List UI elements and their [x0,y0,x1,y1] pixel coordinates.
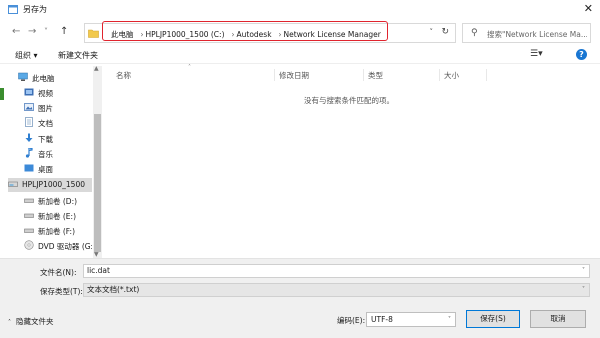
scroll-down-icon[interactable]: ▼ [94,251,99,258]
sidebar-item-label: 桌面 [38,165,53,174]
navigation-pane: 此电脑 视频 图片 文档 下载 音乐 桌面 HPLJP1000_1500 新加卷… [8,66,92,256]
search-icon: ⚲ [471,28,478,38]
chevron-up-icon: ˄ [8,319,11,326]
sidebar-item-label: 新加卷 (F:) [38,227,75,236]
title-bar: 另存为 ✕ [0,0,600,20]
desktop-icon [24,164,34,172]
filename-input[interactable]: lic.dat ˅ [83,264,590,278]
notepad-icon [8,5,18,14]
scroll-up-icon[interactable]: ▲ [94,65,99,72]
filetype-label: 保存类型(T): [40,287,83,296]
column-divider[interactable] [439,69,440,81]
video-icon [24,88,34,96]
sidebar-item-label: 图片 [38,104,53,113]
help-icon[interactable]: ? [576,49,587,60]
music-icon [25,148,33,158]
navigation-bar: ← → ˅ ↑ 此电脑 › HPLJP1000_1500 (C:) › Autodesk… [0,20,600,46]
filetype-select[interactable]: 文本文档(*.txt) ˅ [83,283,590,297]
new-folder-button[interactable]: 新建文件夹 [58,50,98,61]
organize-button[interactable]: 组织 ▾ [15,50,38,61]
sidebar-item-label: HPLJP1000_1500 [22,180,85,189]
filename-value: lic.dat [87,266,110,275]
search-box[interactable]: ⚲ 搜索"Network License Ma... [462,23,591,43]
sidebar-item-label: 此电脑 [32,74,55,83]
drive-icon [8,181,18,187]
hide-folders-button[interactable]: ˄ 隐藏文件夹 [8,316,54,327]
toolbar: 组织 ▾ 新建文件夹 ☰▾ ? [0,46,600,64]
column-header-name[interactable]: 名称 [116,70,131,81]
breadcrumb-item[interactable]: Network License Manager [284,30,381,39]
column-header-date[interactable]: 修改日期 [279,70,309,81]
breadcrumb-separator[interactable]: › [232,30,235,39]
pictures-icon [24,103,34,111]
search-placeholder: 搜索"Network License Ma... [487,30,587,39]
column-divider[interactable] [274,69,275,81]
chevron-down-icon[interactable]: ˅ [582,284,585,296]
folder-icon [88,29,99,38]
sidebar-item-label: 视频 [38,89,53,98]
encoding-value: UTF-8 [371,315,393,324]
save-options-panel: 文件名(N): lic.dat ˅ 保存类型(T): 文本文档(*.txt) ˅… [0,258,600,338]
window-title: 另存为 [23,5,47,14]
hide-folders-label: 隐藏文件夹 [16,317,54,326]
chevron-down-icon: ˅ [448,316,451,323]
column-divider[interactable] [363,69,364,81]
sidebar-item-label: 下载 [38,135,53,144]
breadcrumb-separator[interactable]: › [279,30,282,39]
scrollbar-thumb[interactable] [94,114,101,252]
sort-indicator-icon: ˄ [188,64,191,71]
address-dropdown-button[interactable]: ˅ [430,28,434,36]
sidebar-item-label: 文档 [38,119,53,128]
back-button[interactable]: ← [12,26,20,37]
breadcrumb-item[interactable]: 此电脑 [111,30,134,39]
sidebar-item-label: 新加卷 (D:) [38,197,78,206]
documents-icon [25,117,33,127]
sidebar-item-label: DVD 驱动器 (G: [38,242,92,251]
close-button[interactable]: ✕ [584,2,593,15]
sidebar-item-label: 新加卷 (E:) [38,212,77,221]
background-window-edge [0,88,4,100]
sidebar-scrollbar[interactable]: ▲ ▼ [93,65,102,258]
encoding-select[interactable]: UTF-8 ˅ [366,312,456,327]
refresh-icon[interactable]: ↻ [441,27,449,37]
filetype-value: 文本文档(*.txt) [87,285,140,294]
breadcrumb-item[interactable]: HPLJP1000_1500 (C:) [146,30,225,39]
column-header-type[interactable]: 类型 [368,70,383,81]
chevron-down-icon[interactable]: ˅ [582,265,585,277]
drive-icon [24,198,34,203]
breadcrumb-item[interactable]: Autodesk [237,30,272,39]
address-bar[interactable]: 此电脑 › HPLJP1000_1500 (C:) › Autodesk › Network… [84,23,456,43]
drive-icon [24,228,34,233]
file-list[interactable]: ˄ 名称 修改日期 类型 大小 没有与搜索条件匹配的项。 [104,64,590,256]
filename-label: 文件名(N): [40,268,77,277]
up-button[interactable]: ↑ [60,26,68,37]
column-header-size[interactable]: 大小 [444,70,459,81]
sidebar-item-drive-c[interactable]: HPLJP1000_1500 [8,178,92,192]
recent-locations-button[interactable]: ˅ [44,27,48,36]
pc-icon [18,72,28,81]
dvd-icon [24,240,34,250]
empty-state-message: 没有与搜索条件匹配的项。 [304,96,394,105]
save-button[interactable]: 保存(S) [466,310,520,328]
forward-button[interactable]: → [28,26,36,37]
breadcrumb: 此电脑 › HPLJP1000_1500 (C:) › Autodesk › Network… [111,29,383,40]
column-divider[interactable] [486,69,487,81]
encoding-label: 编码(E): [337,316,366,325]
download-icon [25,133,33,142]
breadcrumb-separator[interactable]: › [141,30,144,39]
drive-icon [24,213,34,218]
sidebar-item-label: 音乐 [38,150,53,159]
view-options-button[interactable]: ☰▾ [530,49,543,59]
cancel-button[interactable]: 取消 [530,310,586,328]
